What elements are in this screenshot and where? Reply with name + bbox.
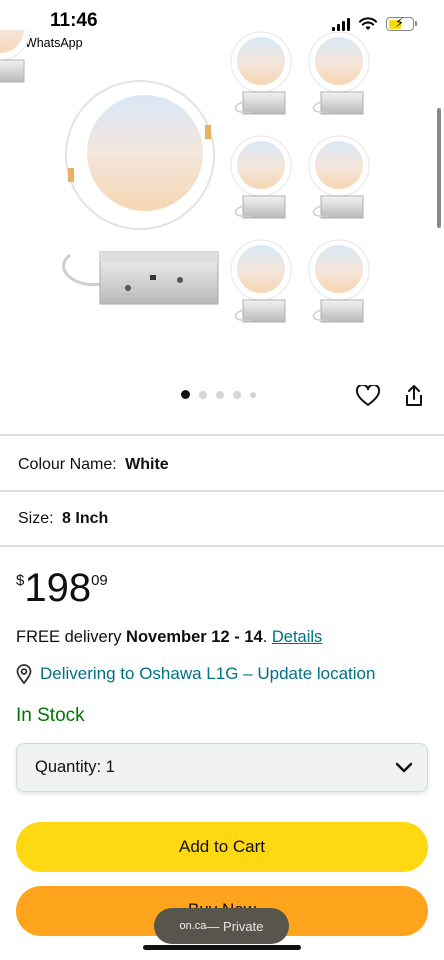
size-label: Size: bbox=[18, 510, 54, 527]
scrollbar-thumb[interactable] bbox=[437, 108, 441, 228]
delivery-message: FREE delivery November 12 - 14. Details bbox=[16, 628, 322, 647]
price-symbol: $ bbox=[16, 572, 25, 589]
colour-value: White bbox=[125, 456, 169, 473]
colour-variation-row[interactable]: Colour Name: White bbox=[18, 456, 169, 474]
carousel-dot-1[interactable] bbox=[181, 390, 190, 399]
delivery-location-link[interactable]: Delivering to Oshawa L1G – Update locati… bbox=[16, 664, 375, 684]
browser-address-pill[interactable]: on.ca — Private bbox=[154, 908, 289, 944]
divider bbox=[0, 490, 444, 492]
product-image-graphic bbox=[0, 0, 370, 323]
status-time: 11:46 bbox=[50, 10, 98, 31]
divider bbox=[0, 434, 444, 436]
delivery-details-link[interactable]: Details bbox=[272, 628, 322, 646]
status-icons: ⚡ bbox=[332, 15, 417, 31]
wifi-icon bbox=[359, 17, 377, 30]
carousel-dot-4[interactable] bbox=[233, 390, 241, 399]
price: $ 198 09 bbox=[16, 566, 108, 610]
heart-icon[interactable] bbox=[355, 383, 381, 409]
delivery-suffix: . bbox=[262, 628, 272, 646]
browser-domain: on.ca bbox=[179, 920, 207, 932]
share-icon[interactable] bbox=[401, 383, 427, 409]
product-image[interactable] bbox=[0, 0, 444, 370]
chevron-down-icon bbox=[395, 762, 413, 772]
quantity-label: Quantity: 1 bbox=[35, 758, 115, 776]
add-to-cart-label: Add to Cart bbox=[179, 837, 265, 856]
carousel-dot-2[interactable] bbox=[199, 390, 207, 399]
delivery-date: November 12 - 14 bbox=[126, 628, 263, 646]
location-text: Delivering to Oshawa L1G – Update locati… bbox=[40, 664, 376, 683]
browser-mode: — Private bbox=[206, 918, 264, 934]
add-to-cart-button[interactable]: Add to Cart bbox=[16, 822, 428, 872]
price-fraction: 09 bbox=[91, 572, 108, 589]
colour-label: Colour Name: bbox=[18, 456, 117, 473]
battery-charging-icon: ⚡ bbox=[386, 15, 417, 31]
divider bbox=[0, 545, 444, 547]
home-indicator[interactable] bbox=[143, 945, 301, 950]
carousel-dot-5[interactable] bbox=[250, 391, 256, 398]
size-value: 8 Inch bbox=[62, 510, 109, 527]
quantity-select[interactable]: Quantity: 1 bbox=[16, 743, 428, 792]
carousel-dots[interactable] bbox=[181, 390, 256, 399]
price-whole: 198 bbox=[24, 566, 92, 610]
carousel-dot-3[interactable] bbox=[216, 390, 224, 399]
size-variation-row[interactable]: Size: 8 Inch bbox=[18, 510, 108, 528]
delivery-prefix: FREE delivery bbox=[16, 628, 127, 646]
signal-icon bbox=[332, 17, 350, 31]
stock-status: In Stock bbox=[16, 705, 85, 726]
location-pin-icon bbox=[16, 664, 32, 684]
